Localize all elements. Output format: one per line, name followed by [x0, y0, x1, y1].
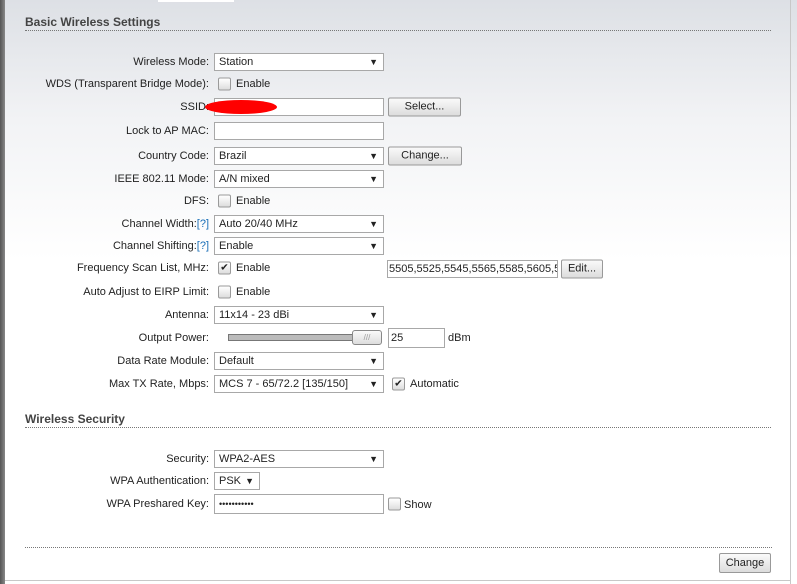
wireless-mode-select[interactable]: Station [214, 53, 384, 71]
divider [25, 427, 771, 428]
ieee-label: IEEE 802.11 Mode: [114, 173, 209, 185]
data-rate-select[interactable]: Default [214, 352, 384, 370]
wds-label: WDS (Transparent Bridge Mode): [45, 78, 209, 90]
eirp-checkbox[interactable] [218, 285, 231, 299]
left-frame-edge [0, 0, 5, 584]
ssid-redaction [205, 100, 277, 114]
channel-width-text: Channel Width: [121, 218, 197, 230]
channel-width-select[interactable]: Auto 20/40 MHz [214, 215, 384, 233]
max-tx-value: MCS 7 - 65/72.2 [135/150] [219, 378, 349, 390]
antenna-select[interactable]: 11x14 - 23 dBi [214, 306, 384, 324]
channel-shifting-select[interactable]: Enable [214, 237, 384, 255]
security-value: WPA2-AES [219, 453, 276, 465]
antenna-value: 11x14 - 23 dBi [219, 309, 290, 321]
max-tx-label: Max TX Rate, Mbps: [108, 378, 209, 390]
output-power-slider-track[interactable] [228, 334, 360, 341]
channel-shifting-text: Channel Shifting: [112, 240, 197, 252]
psk-show-label: Show [404, 499, 432, 511]
channel-width-value: Auto 20/40 MHz [219, 218, 298, 230]
channel-shifting-help-link[interactable]: [?] [197, 240, 209, 252]
dfs-label: DFS: [183, 195, 209, 207]
freq-scan-checkbox-label: Enable [236, 262, 271, 274]
max-tx-select[interactable]: MCS 7 - 65/72.2 [135/150] [214, 375, 384, 393]
output-power-label: Output Power: [138, 332, 209, 344]
output-power-input[interactable]: 25 [388, 328, 445, 348]
country-change-button[interactable]: Change... [388, 146, 462, 166]
ssid-select-button[interactable]: Select... [388, 97, 461, 117]
active-tab-edge [158, 0, 234, 2]
section-title-basic: Basic Wireless Settings [25, 15, 161, 29]
country-value: Brazil [219, 150, 247, 162]
country-select[interactable]: Brazil [214, 147, 384, 165]
output-power-value: 25 [391, 332, 404, 344]
wpa-auth-value: PSK [219, 475, 242, 487]
wds-checkbox[interactable] [218, 77, 231, 91]
divider [25, 547, 772, 548]
channel-shifting-label: Channel Shifting:[?] [113, 240, 209, 252]
section-title-security: Wireless Security [25, 412, 125, 426]
wireless-mode-label: Wireless Mode: [133, 56, 209, 68]
ieee-mode-select[interactable]: A/N mixed [214, 170, 384, 188]
dfs-checkbox[interactable] [218, 194, 231, 208]
freq-scan-checkbox[interactable]: ✔ [218, 261, 231, 275]
antenna-label: Antenna: [164, 309, 209, 321]
dfs-checkbox-label: Enable [236, 195, 271, 207]
eirp-label: Auto Adjust to EIRP Limit: [83, 286, 209, 298]
divider [25, 30, 771, 31]
data-rate-label: Data Rate Module: [117, 355, 209, 367]
freq-scan-input[interactable]: 5505,5525,5545,5565,5585,5605,5 [387, 260, 558, 278]
lock-ap-input[interactable] [214, 122, 384, 140]
wpa-auth-label: WPA Authentication: [110, 475, 209, 487]
wds-checkbox-label: Enable [236, 78, 271, 90]
freq-scan-value: 5505,5525,5545,5565,5585,5605,5 [389, 263, 558, 275]
freq-scan-label: Frequency Scan List, MHz: [76, 262, 209, 274]
ieee-value: A/N mixed [219, 173, 270, 185]
security-label: Security: [166, 453, 209, 465]
eirp-checkbox-label: Enable [236, 286, 271, 298]
change-button[interactable]: Change [719, 553, 771, 573]
psk-show-checkbox[interactable] [388, 497, 401, 511]
psk-label: WPA Preshared Key: [106, 498, 209, 510]
channel-width-label: Channel Width:[?] [122, 218, 209, 230]
wireless-mode-value: Station [219, 56, 254, 68]
wpa-auth-select[interactable]: PSK [214, 472, 260, 490]
lock-ap-label: Lock to AP MAC: [126, 125, 209, 137]
output-power-slider-handle[interactable]: /// [352, 330, 382, 345]
max-tx-automatic-label: Automatic [410, 378, 459, 390]
psk-input[interactable]: ••••••••••• [214, 494, 384, 514]
psk-value: ••••••••••• [219, 499, 254, 509]
output-power-unit: dBm [448, 332, 471, 344]
data-rate-value: Default [219, 355, 254, 367]
channel-shifting-value: Enable [219, 240, 254, 252]
bottom-border [5, 580, 790, 581]
freq-scan-edit-button[interactable]: Edit... [561, 259, 603, 279]
channel-width-help-link[interactable]: [?] [197, 218, 209, 230]
max-tx-automatic-checkbox[interactable]: ✔ [392, 377, 405, 391]
security-select[interactable]: WPA2-AES [214, 450, 384, 468]
country-label: Country Code: [138, 150, 209, 162]
right-border [790, 0, 791, 584]
